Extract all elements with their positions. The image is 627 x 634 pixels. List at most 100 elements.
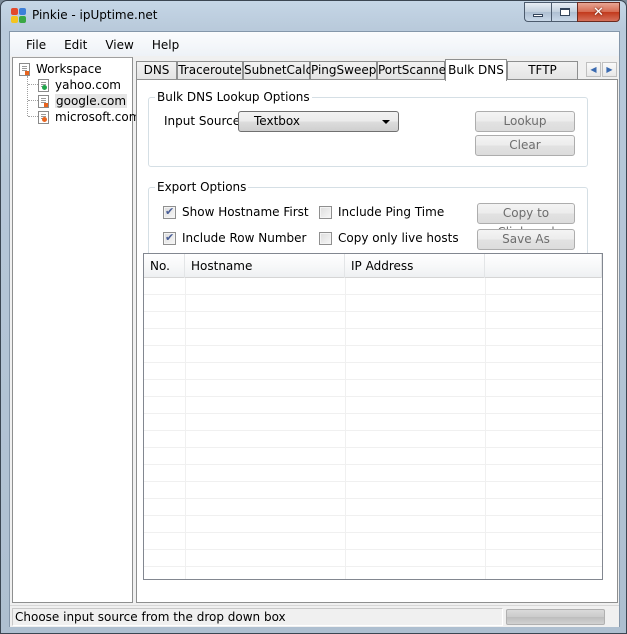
menu-edit[interactable]: Edit	[55, 32, 96, 56]
tree-connector	[27, 76, 28, 116]
document-icon	[38, 94, 49, 108]
table-row	[144, 312, 602, 329]
maximize-button[interactable]	[551, 2, 577, 22]
menu-help[interactable]: Help	[143, 32, 188, 56]
maximize-icon	[559, 8, 570, 16]
table-row	[144, 448, 602, 465]
checkbox-checked-icon	[163, 205, 176, 219]
table-row	[144, 516, 602, 533]
menu-file[interactable]: File	[17, 32, 55, 56]
tab-pingsweep[interactable]: PingSweep	[310, 61, 377, 80]
tab-strip: DNS Traceroute SubnetCalc PingSweep Port…	[136, 59, 619, 94]
tree-connector	[28, 84, 38, 85]
client-area: File Edit View Help Workspace yahoo.com …	[9, 31, 620, 627]
show-hostname-first-checkbox[interactable]: Show Hostname First	[163, 205, 309, 219]
table-row	[144, 431, 602, 448]
input-source-value: Textbox	[254, 114, 300, 128]
menu-view[interactable]: View	[96, 32, 142, 56]
tab-scroll-right-button[interactable]: ▶	[602, 62, 617, 77]
progress-bar	[506, 609, 605, 625]
tab-bulk-dns[interactable]: Bulk DNS	[445, 59, 507, 81]
group-title: Bulk DNS Lookup Options	[155, 90, 312, 104]
lookup-button[interactable]: Lookup	[475, 111, 575, 132]
workspace-tree[interactable]: Workspace yahoo.com google.com microsoft…	[12, 57, 140, 603]
table-row	[144, 380, 602, 397]
tree-node-microsoft[interactable]: microsoft.com	[38, 109, 140, 125]
host-icon	[38, 110, 49, 124]
checkbox-label: Include Row Number	[182, 231, 307, 245]
status-text: Choose input source from the drop down b…	[12, 608, 503, 626]
tab-dns[interactable]: DNS	[136, 61, 177, 80]
tab-subnetcalc[interactable]: SubnetCalc	[243, 61, 312, 80]
group-title: Export Options	[155, 180, 249, 194]
copy-to-clipboard-button[interactable]: Copy to Clipboard	[477, 203, 575, 239]
column-header-ip-address[interactable]: IP Address	[345, 254, 485, 278]
tab-traceroute[interactable]: Traceroute	[177, 61, 243, 80]
app-window: Pinkie - ipUptime.net ✕ File Edit View H…	[0, 0, 627, 634]
table-body	[144, 278, 602, 579]
arrow-right-icon: ▶	[606, 65, 613, 74]
tree-node-google[interactable]: google.com	[38, 93, 128, 109]
table-row	[144, 278, 602, 295]
table-row	[144, 465, 602, 482]
tree-connector	[28, 116, 38, 117]
save-as-button[interactable]: Save As	[477, 229, 575, 250]
table-row	[144, 482, 602, 499]
results-table[interactable]: No. Hostname IP Address	[143, 253, 603, 580]
arrow-left-icon: ◀	[590, 65, 597, 74]
close-icon: ✕	[593, 4, 604, 20]
menu-bar: File Edit View Help	[10, 32, 619, 56]
table-row	[144, 533, 602, 550]
title-bar[interactable]: Pinkie - ipUptime.net ✕	[1, 1, 626, 31]
checkbox-unchecked-icon	[319, 205, 332, 219]
table-row	[144, 499, 602, 516]
table-row	[144, 363, 602, 380]
copy-only-live-hosts-checkbox[interactable]: Copy only live hosts	[319, 231, 459, 245]
checkbox-label: Show Hostname First	[182, 205, 309, 219]
document-icon	[19, 62, 30, 76]
table-row	[144, 346, 602, 363]
include-row-number-checkbox[interactable]: Include Row Number	[163, 231, 306, 245]
tree-node-label: microsoft.com	[55, 110, 141, 124]
column-divider	[485, 278, 486, 579]
caption-buttons: ✕	[524, 2, 620, 22]
minimize-icon	[533, 13, 543, 17]
lookup-options-group: Bulk DNS Lookup Options Input Source: Te…	[148, 90, 588, 167]
tree-node-label: Workspace	[36, 62, 102, 76]
minimize-button[interactable]	[524, 2, 551, 22]
column-header-no[interactable]: No.	[144, 254, 185, 278]
export-options-group: Export Options Show Hostname First Inclu…	[148, 180, 588, 259]
tab-portscanner[interactable]: PortScanner	[377, 61, 451, 80]
input-source-label: Input Source:	[164, 114, 245, 128]
table-row	[144, 329, 602, 346]
puzzle-app-icon	[11, 8, 27, 24]
table-row	[144, 414, 602, 431]
tree-node-yahoo[interactable]: yahoo.com	[38, 77, 121, 93]
table-row	[144, 295, 602, 312]
checkbox-checked-icon	[163, 231, 176, 245]
checkbox-label: Copy only live hosts	[338, 231, 459, 245]
close-button[interactable]: ✕	[577, 2, 620, 22]
table-row	[144, 567, 602, 579]
column-divider	[345, 278, 346, 579]
column-header-extra[interactable]	[485, 254, 602, 278]
table-row	[144, 550, 602, 567]
bulk-dns-page: Bulk DNS Lookup Options Input Source: Te…	[136, 79, 618, 603]
tree-node-label: google.com	[55, 94, 128, 108]
input-source-dropdown[interactable]: Textbox	[238, 111, 399, 132]
window-title: Pinkie - ipUptime.net	[32, 8, 158, 22]
tab-tftp-server[interactable]: TFTP Server	[507, 61, 578, 94]
host-icon	[38, 78, 49, 92]
tab-scroll-left-button[interactable]: ◀	[586, 62, 601, 77]
table-header: No. Hostname IP Address	[144, 254, 602, 278]
clear-button[interactable]: Clear	[475, 135, 575, 156]
tree-node-label: yahoo.com	[55, 78, 121, 92]
tree-connector	[28, 100, 38, 101]
column-divider	[185, 278, 186, 579]
tree-node-workspace[interactable]: Workspace	[19, 61, 102, 77]
checkbox-label: Include Ping Time	[338, 205, 445, 219]
chevron-down-icon	[382, 120, 390, 124]
checkbox-unchecked-icon	[319, 231, 332, 245]
column-header-hostname[interactable]: Hostname	[185, 254, 345, 278]
include-ping-time-checkbox[interactable]: Include Ping Time	[319, 205, 444, 219]
